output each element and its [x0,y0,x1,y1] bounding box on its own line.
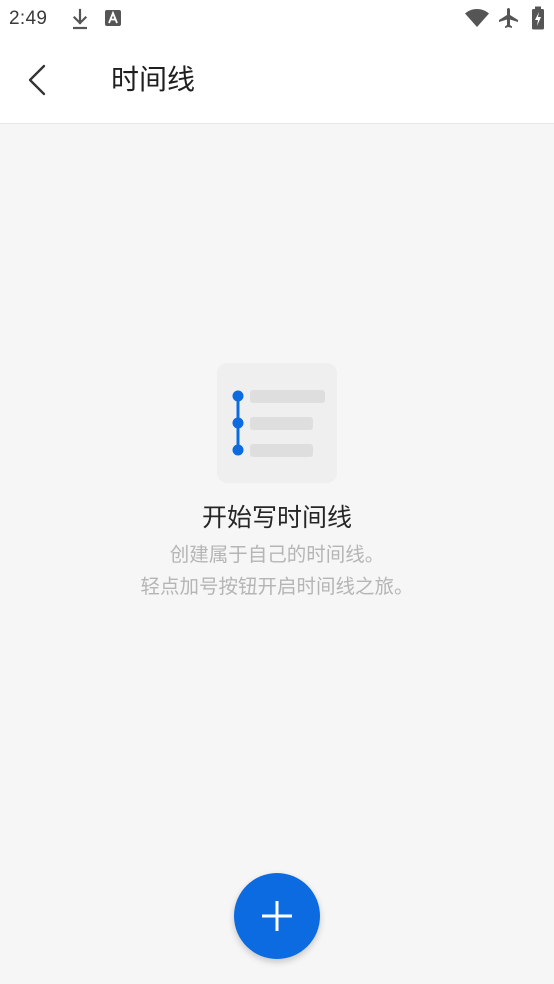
status-time: 2:49 [9,8,48,29]
placeholder-bar [250,444,313,457]
status-bar: 2:49 [0,0,554,38]
placeholder-bar [250,390,325,403]
back-button[interactable] [20,62,56,98]
add-timeline-button[interactable] [234,873,320,959]
font-a-icon [105,10,121,26]
app-bar: 时间线 [0,38,554,124]
download-icon [70,8,90,30]
placeholder-bar [250,417,313,430]
airplane-mode-icon [497,6,521,30]
empty-state-hint: 轻点加号按钮开启时间线之旅。 [140,576,414,598]
timeline-dot [232,444,244,456]
timeline-icon [217,363,337,483]
chevron-left-icon [28,64,46,96]
empty-state-hint: 创建属于自己的时间线。 [169,544,385,566]
empty-state-title: 开始写时间线 [201,504,352,532]
plus-icon [262,901,292,931]
wifi-icon [465,9,489,27]
timeline-dot [232,390,244,402]
timeline-dot [232,417,244,429]
battery-charging-icon [531,6,545,30]
page-title: 时间线 [111,64,196,95]
